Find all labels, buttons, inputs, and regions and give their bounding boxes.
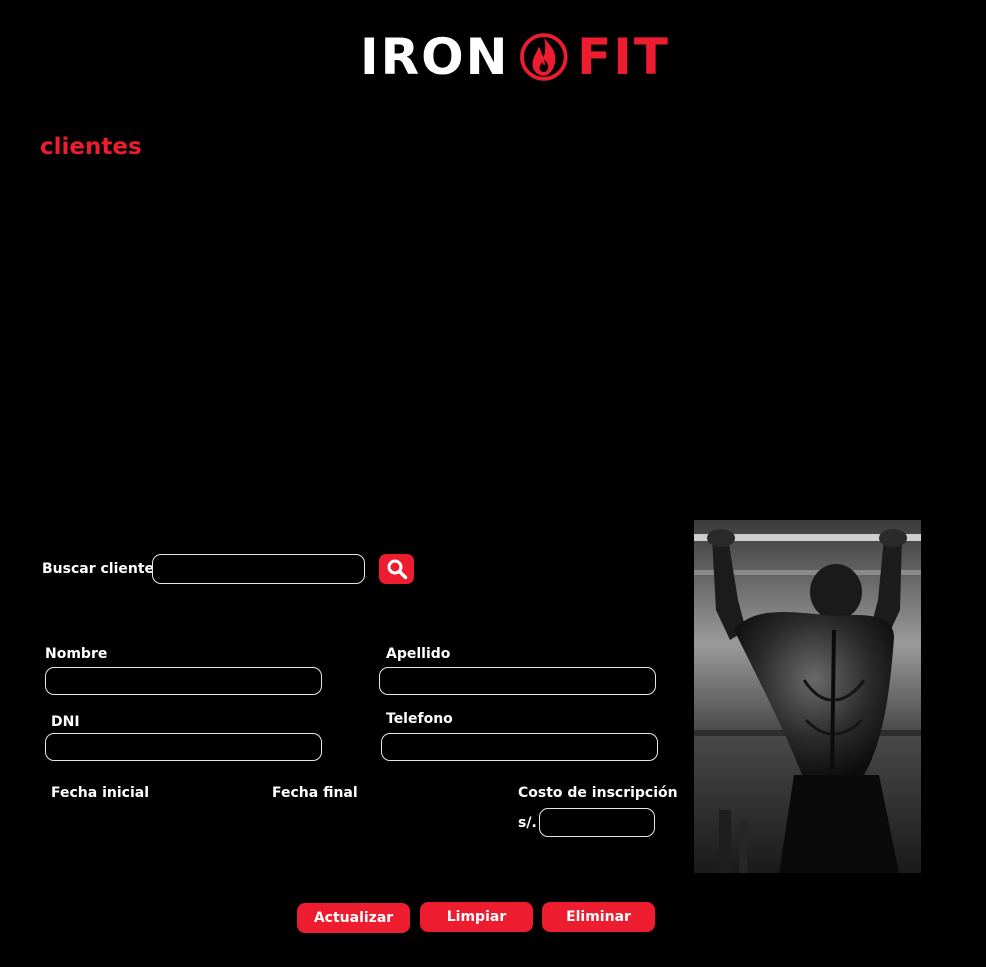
brand-logo: IRON FIT: [360, 22, 670, 92]
fecha-final-label: Fecha final: [272, 785, 358, 801]
search-input[interactable]: [152, 554, 365, 584]
apellido-field[interactable]: [379, 667, 656, 695]
fecha-inicial-label: Fecha inicial: [51, 785, 149, 801]
costo-label: Costo de inscripción: [518, 785, 678, 801]
telefono-label: Telefono: [386, 711, 453, 727]
delete-button[interactable]: Eliminar: [542, 902, 655, 932]
update-button[interactable]: Actualizar: [297, 903, 410, 933]
apellido-label: Apellido: [386, 646, 451, 662]
athlete-photo: [694, 520, 921, 873]
page-title: clientes: [40, 134, 142, 160]
search-icon: [387, 559, 407, 580]
search-button[interactable]: [379, 554, 414, 584]
brand-name-right: FIT: [577, 28, 670, 86]
telefono-field[interactable]: [381, 733, 658, 761]
costo-field[interactable]: [539, 808, 655, 837]
dni-field[interactable]: [45, 733, 322, 761]
flame-icon: [520, 33, 568, 81]
athlete-image: [694, 520, 921, 873]
nombre-label: Nombre: [45, 646, 108, 662]
currency-prefix: s/.: [518, 815, 537, 831]
dni-label: DNI: [51, 714, 80, 730]
clear-button[interactable]: Limpiar: [420, 902, 533, 932]
search-label: Buscar cliente: [42, 561, 155, 577]
brand-name-left: IRON: [360, 28, 510, 86]
nombre-field[interactable]: [45, 667, 322, 695]
